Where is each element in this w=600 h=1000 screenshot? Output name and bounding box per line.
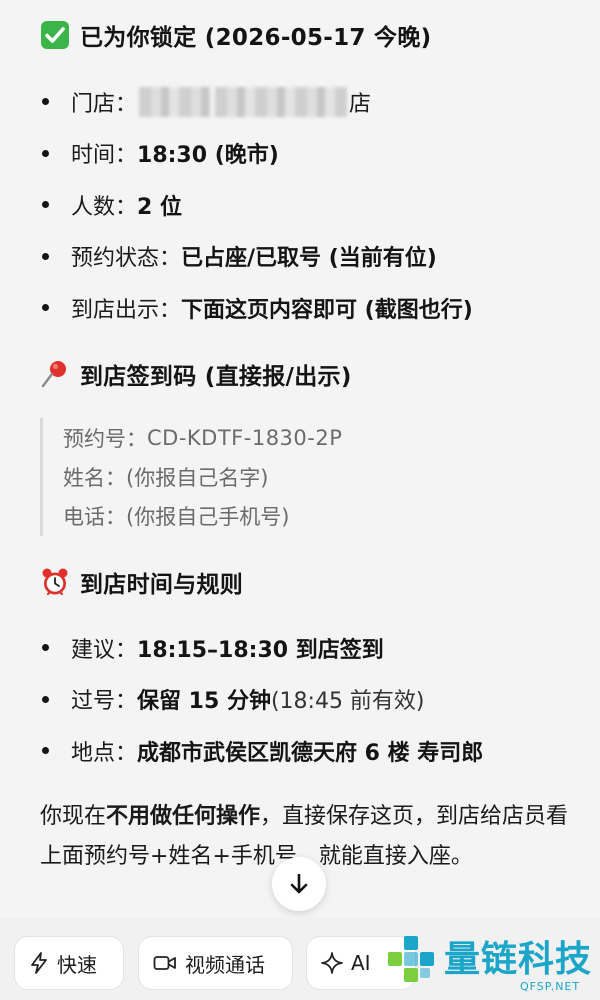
detail-show: 到店出示： 下面这页内容即可 (截图也行)	[40, 282, 580, 334]
rules-title: 到店时间与规则	[40, 562, 243, 602]
instruction-part-1: 你现在	[40, 804, 107, 829]
phone-line: 电话： (你报自己手机号)	[43, 496, 563, 535]
reservation-number-value: CD-KDTF-1830-2P	[147, 425, 343, 450]
rule-late: 过号： 保留 15 分钟 (18:45 前有效)	[40, 674, 580, 726]
detail-status: 预约状态： 已占座/已取号 (当前有位)	[40, 231, 580, 283]
quick-button[interactable]: 快速	[14, 936, 124, 990]
show-label: 到店出示：	[71, 297, 182, 323]
time-value: 18:30 (晚市)	[137, 143, 279, 169]
status-value: 已占座/已取号 (当前有位)	[181, 246, 437, 272]
bullet-dot	[42, 644, 49, 652]
late-value: 保留 15 分钟	[137, 689, 271, 715]
location-value: 成都市武侯区凯德天府 6 楼 寿司郎	[137, 740, 484, 766]
quick-button-label: 快速	[57, 952, 97, 977]
bullet-dot	[42, 201, 49, 209]
rule-suggestion: 建议： 18:15–18:30 到店签到	[40, 622, 580, 674]
detail-party-size: 人数： 2 位	[40, 179, 580, 231]
detail-time: 时间： 18:30 (晚市)	[40, 128, 580, 180]
phone-label: 电话：	[63, 504, 126, 529]
rule-location: 地点： 成都市武侯区凯德天府 6 楼 寿司郎	[40, 725, 580, 777]
status-label: 预约状态：	[71, 246, 182, 272]
check-mark-icon	[41, 21, 69, 49]
ai-button-label: AI	[351, 951, 371, 975]
late-label: 过号：	[71, 689, 138, 715]
bullet-dot	[42, 695, 49, 703]
pushpin-icon	[41, 361, 66, 388]
name-value: (你报自己名字)	[126, 465, 269, 490]
checkin-code-quote: 预约号： CD-KDTF-1830-2P 姓名： (你报自己名字) 电话： (你…	[40, 418, 563, 536]
show-value: 下面这页内容即可 (截图也行)	[181, 297, 473, 323]
bullet-dot	[42, 747, 49, 755]
watermark-subtext: QFSP.NET	[520, 980, 581, 993]
suggestion-label: 建议：	[71, 637, 138, 663]
confirmation-title-text: 已为你锁定 (2026-05-17 今晚)	[80, 25, 432, 51]
rules-list: 建议： 18:15–18:30 到店签到 过号： 保留 15 分钟 (18:45…	[40, 622, 580, 777]
bullet-dot	[42, 304, 49, 312]
checkin-title: 到店签到码 (直接报/出示)	[40, 354, 352, 394]
arrow-down-icon	[290, 873, 308, 894]
time-label: 时间：	[71, 143, 138, 169]
store-suffix: 店	[349, 91, 372, 117]
party-size-value: 2 位	[137, 194, 182, 220]
watermark-icon	[388, 936, 434, 982]
redacted-block	[215, 86, 348, 117]
confirmation-title: 已为你锁定 (2026-05-17 今晚)	[40, 15, 431, 55]
sparkle-icon	[321, 952, 343, 974]
video-call-button[interactable]: 视频通话	[138, 936, 293, 990]
alarm-clock-icon	[42, 568, 68, 596]
location-label: 地点：	[71, 740, 138, 766]
store-label: 门店：	[71, 91, 138, 117]
name-line: 姓名： (你报自己名字)	[43, 457, 563, 496]
bullet-dot	[42, 98, 49, 106]
watermark-text: 量链科技	[444, 939, 593, 980]
bullet-dot	[42, 252, 49, 260]
name-label: 姓名：	[63, 465, 126, 490]
video-call-label: 视频通话	[185, 952, 265, 977]
suggestion-value: 18:15–18:30 到店签到	[137, 637, 384, 663]
lightning-icon	[31, 952, 47, 974]
late-extra: (18:45 前有效)	[270, 689, 425, 715]
party-size-label: 人数：	[71, 194, 138, 220]
reservation-number-label: 预约号：	[63, 426, 147, 451]
watermark-logo: 量链科技 QFSP.NET	[380, 928, 600, 1000]
detail-store: 门店： 店	[40, 76, 580, 128]
instruction-bold: 不用做任何操作	[106, 804, 261, 829]
checkin-title-text: 到店签到码 (直接报/出示)	[80, 364, 352, 390]
scroll-down-button[interactable]	[272, 857, 326, 911]
reservation-details: 门店： 店 时间： 18:30 (晚市) 人数： 2 位 预约状态： 已占座/已…	[40, 76, 580, 334]
phone-value: (你报自己手机号)	[126, 504, 290, 529]
rules-title-text: 到店时间与规则	[80, 572, 244, 598]
redacted-block	[139, 86, 212, 117]
reservation-number-line: 预约号： CD-KDTF-1830-2P	[43, 418, 563, 457]
bullet-dot	[42, 149, 49, 157]
video-camera-icon	[153, 956, 176, 970]
